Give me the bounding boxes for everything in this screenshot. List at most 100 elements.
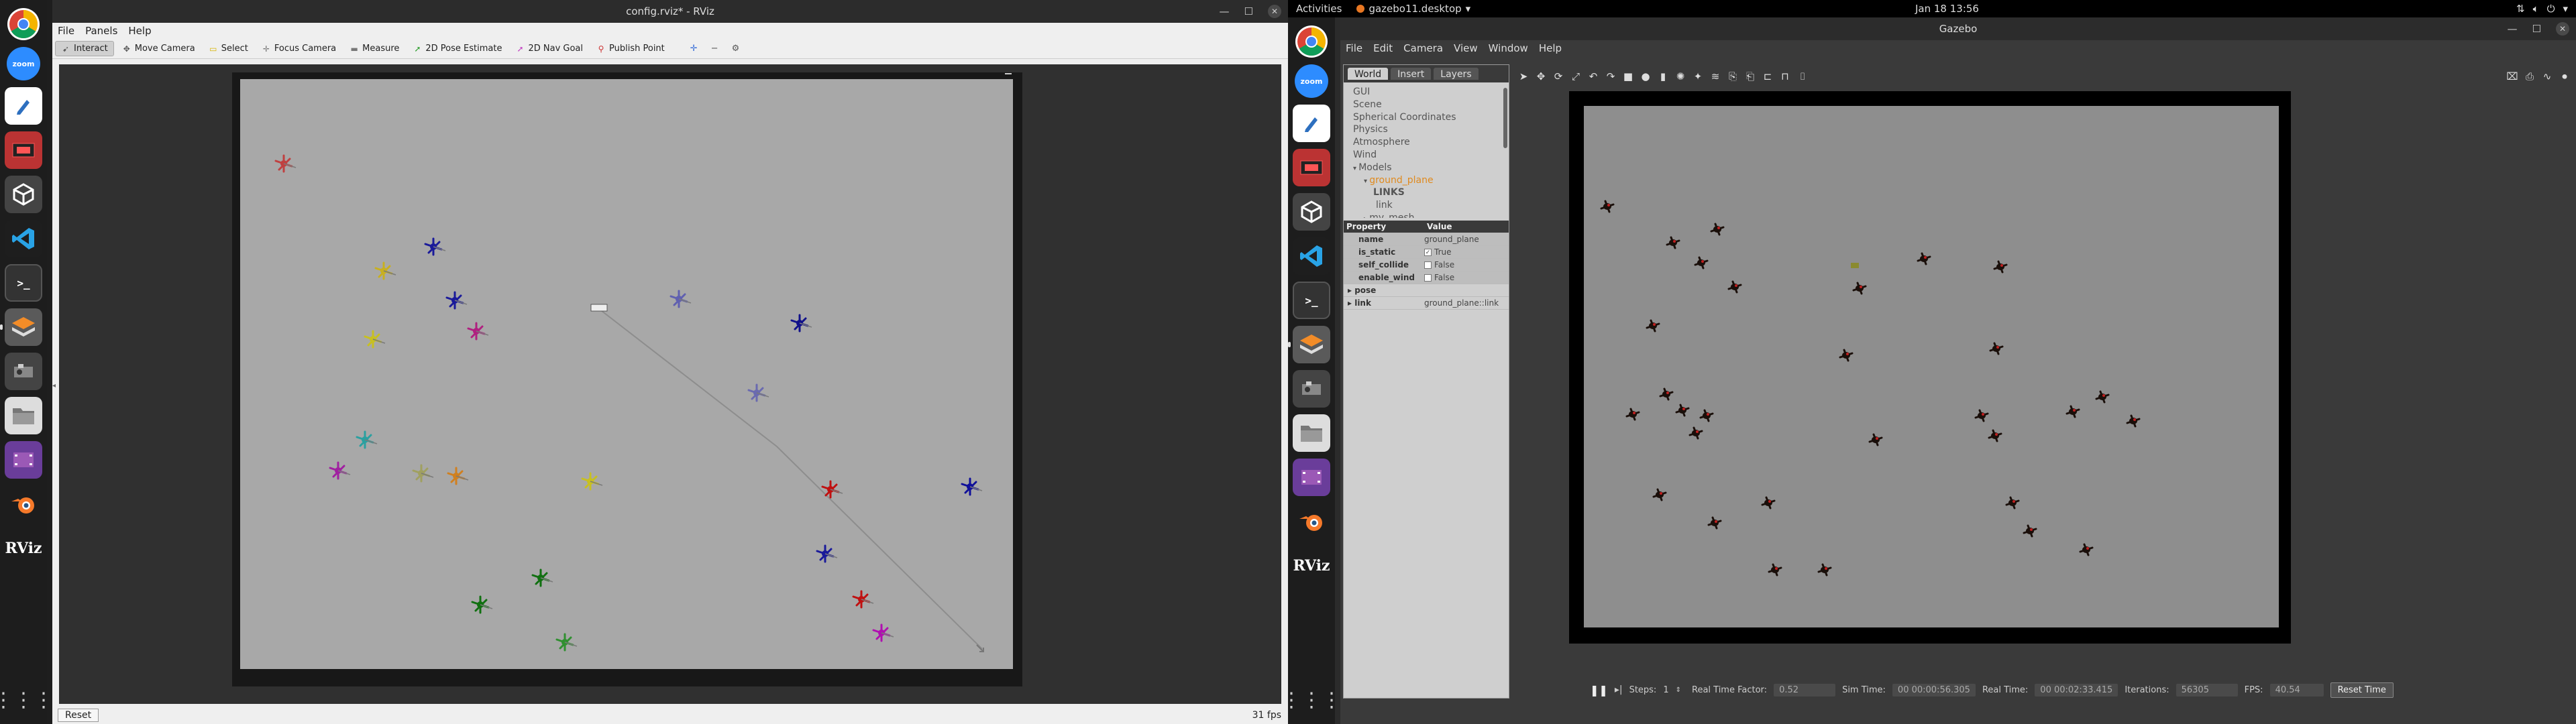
clock[interactable]: Jan 18 13:56 bbox=[1915, 3, 1979, 15]
expand-down-icon[interactable]: ▾ bbox=[1364, 178, 1369, 185]
blender-icon[interactable] bbox=[5, 485, 42, 523]
gazebo-canvas[interactable] bbox=[1516, 87, 2569, 677]
tool-measure[interactable]: ▬ Measure bbox=[344, 42, 405, 56]
close-icon[interactable]: ✕ bbox=[2556, 22, 2569, 36]
minus-icon[interactable]: − bbox=[706, 42, 724, 56]
window-titlebar[interactable]: Gazebo — ☐ ✕ bbox=[1340, 17, 2576, 40]
tool-2d-pose-estimate[interactable]: ➚ 2D Pose Estimate bbox=[407, 42, 507, 56]
tree-category[interactable]: GUI bbox=[1349, 86, 1502, 99]
rviz-orange-icon[interactable] bbox=[0, 308, 42, 346]
screenshot-tool-icon[interactable] bbox=[5, 131, 42, 169]
system-tray[interactable]: ⇅ 🔈︎ ⏻ ▾ bbox=[2516, 3, 2568, 15]
unity-icon[interactable] bbox=[5, 176, 42, 213]
screenshot-icon[interactable]: ⌧ bbox=[2505, 69, 2520, 84]
app-menu[interactable]: gazebo11.desktop ▾ bbox=[1356, 3, 1470, 15]
step-icon[interactable]: ▸| bbox=[1615, 684, 1623, 695]
property-value-cell[interactable]: ✓ True bbox=[1424, 247, 1509, 257]
rviz-icon[interactable]: RViz bbox=[5, 530, 42, 567]
tab-layers[interactable]: Layers bbox=[1434, 68, 1479, 80]
expand-right-icon[interactable]: ▸ bbox=[1364, 215, 1369, 218]
change-view-icon[interactable]: ⌷ bbox=[1795, 69, 1810, 84]
box-icon[interactable]: ■ bbox=[1621, 69, 1635, 84]
directional-light-icon[interactable]: ≋ bbox=[1708, 69, 1723, 84]
vscode-icon[interactable] bbox=[1293, 237, 1330, 275]
chrome-icon[interactable] bbox=[7, 8, 40, 40]
minimize-icon[interactable]: — bbox=[2508, 23, 2518, 35]
window-titlebar[interactable]: config.rviz* - RViz — ☐ ✕ bbox=[52, 0, 1288, 23]
checkbox[interactable] bbox=[1424, 261, 1432, 269]
menu-edit[interactable]: Edit bbox=[1373, 42, 1393, 54]
tool-select[interactable]: ▭ Select bbox=[203, 42, 254, 56]
property-value-cell[interactable]: False bbox=[1424, 273, 1509, 282]
blender-icon[interactable] bbox=[1293, 503, 1330, 540]
expand-right-icon[interactable]: ▸ bbox=[1348, 298, 1354, 308]
checkbox[interactable] bbox=[1424, 274, 1432, 282]
sphere-icon[interactable]: ● bbox=[1638, 69, 1653, 84]
align-icon[interactable]: ⊏ bbox=[1760, 69, 1775, 84]
tool-interact[interactable]: ➹ Interact bbox=[55, 41, 114, 56]
rviz-orange-icon[interactable] bbox=[1288, 326, 1330, 363]
menu-help[interactable]: Help bbox=[1539, 42, 1562, 54]
gazebo-view[interactable] bbox=[1516, 87, 2569, 677]
rotate-icon[interactable]: ⟳ bbox=[1551, 69, 1566, 84]
minimize-icon[interactable]: — bbox=[1220, 5, 1230, 17]
panel-collapse-left[interactable]: ◂ bbox=[52, 382, 56, 390]
spot-light-icon[interactable]: ✦ bbox=[1690, 69, 1705, 84]
tool-move-camera[interactable]: ✥ Move Camera bbox=[117, 42, 201, 56]
tree-category[interactable]: Atmosphere bbox=[1349, 137, 1502, 149]
point-light-icon[interactable]: ✺ bbox=[1673, 69, 1688, 84]
files-icon[interactable] bbox=[1293, 414, 1330, 452]
tab-world[interactable]: World bbox=[1348, 68, 1389, 80]
plot-icon[interactable]: ∿ bbox=[2540, 69, 2555, 84]
files-icon[interactable] bbox=[5, 397, 42, 434]
terminal-icon[interactable]: >_ bbox=[5, 264, 42, 302]
scale-icon[interactable]: ⤢ bbox=[1568, 69, 1583, 84]
copy-icon[interactable]: ⎘ bbox=[1725, 69, 1740, 84]
world-tree[interactable]: GUI Scene Spherical Coordinates Physics Atmo… bbox=[1349, 86, 1502, 218]
zoom-icon[interactable]: zoom bbox=[1295, 64, 1328, 98]
menu-file[interactable]: File bbox=[58, 25, 74, 37]
redo-icon[interactable]: ↷ bbox=[1603, 69, 1618, 84]
menu-panels[interactable]: Panels bbox=[85, 25, 117, 37]
cylinder-icon[interactable]: ▮ bbox=[1656, 69, 1670, 84]
tree-scrollbar[interactable] bbox=[1503, 88, 1507, 148]
show-apps-icon[interactable]: ⋮⋮⋮ bbox=[1288, 686, 1342, 713]
property-row[interactable]: name ground_plane bbox=[1344, 233, 1509, 246]
close-icon[interactable]: ✕ bbox=[1268, 5, 1281, 18]
menu-camera[interactable]: Camera bbox=[1403, 42, 1443, 54]
tree-link[interactable]: LINKS bbox=[1349, 187, 1502, 200]
expand-right-icon[interactable]: ▸ bbox=[1348, 286, 1354, 295]
steps-stepper-icon[interactable]: ⇕ bbox=[1676, 686, 1681, 694]
tree-category[interactable]: Spherical Coordinates bbox=[1349, 112, 1502, 125]
log-icon[interactable]: ⎙ bbox=[2522, 69, 2537, 84]
scene-canvas[interactable] bbox=[59, 64, 1281, 704]
tool-2d-nav-goal[interactable]: ➚ 2D Nav Goal bbox=[510, 42, 588, 56]
checkbox[interactable]: ✓ bbox=[1424, 248, 1432, 256]
video-icon[interactable] bbox=[1293, 459, 1330, 496]
maximize-icon[interactable]: ☐ bbox=[1244, 5, 1253, 17]
text-editor-icon[interactable] bbox=[1293, 105, 1330, 142]
property-value-cell[interactable]: False bbox=[1424, 260, 1509, 269]
menu-help[interactable]: Help bbox=[128, 25, 151, 37]
translate-icon[interactable]: ✥ bbox=[1534, 69, 1548, 84]
video-record-icon[interactable]: ⏺ bbox=[2557, 69, 2572, 84]
undo-icon[interactable]: ↶ bbox=[1586, 69, 1601, 84]
tree-category[interactable]: Physics bbox=[1349, 124, 1502, 137]
activities-button[interactable]: Activities bbox=[1296, 3, 1342, 15]
expand-down-icon[interactable]: ▾ bbox=[1353, 165, 1358, 172]
screenshot-tool-icon[interactable] bbox=[1293, 149, 1330, 186]
camera-config-icon[interactable]: ⚙ bbox=[727, 42, 745, 56]
maximize-icon[interactable]: ☐ bbox=[2532, 23, 2541, 35]
property-row[interactable]: ▸ pose bbox=[1344, 284, 1509, 297]
steps-input[interactable]: 1 bbox=[1663, 685, 1668, 695]
reset-button[interactable]: Reset bbox=[58, 709, 99, 722]
menu-file[interactable]: File bbox=[1346, 42, 1362, 54]
tool-publish-point[interactable]: ⚲ Publish Point bbox=[591, 42, 670, 56]
rqt-icon[interactable] bbox=[5, 353, 42, 390]
terminal-icon[interactable]: >_ bbox=[1293, 282, 1330, 319]
show-apps-icon[interactable]: ⋮⋮⋮ bbox=[0, 686, 54, 713]
property-row[interactable]: self_collide False bbox=[1344, 259, 1509, 272]
unity-icon[interactable] bbox=[1293, 193, 1330, 231]
tree-link[interactable]: link bbox=[1349, 200, 1502, 213]
tool-focus-camera[interactable]: ✛ Focus Camera bbox=[256, 42, 341, 56]
